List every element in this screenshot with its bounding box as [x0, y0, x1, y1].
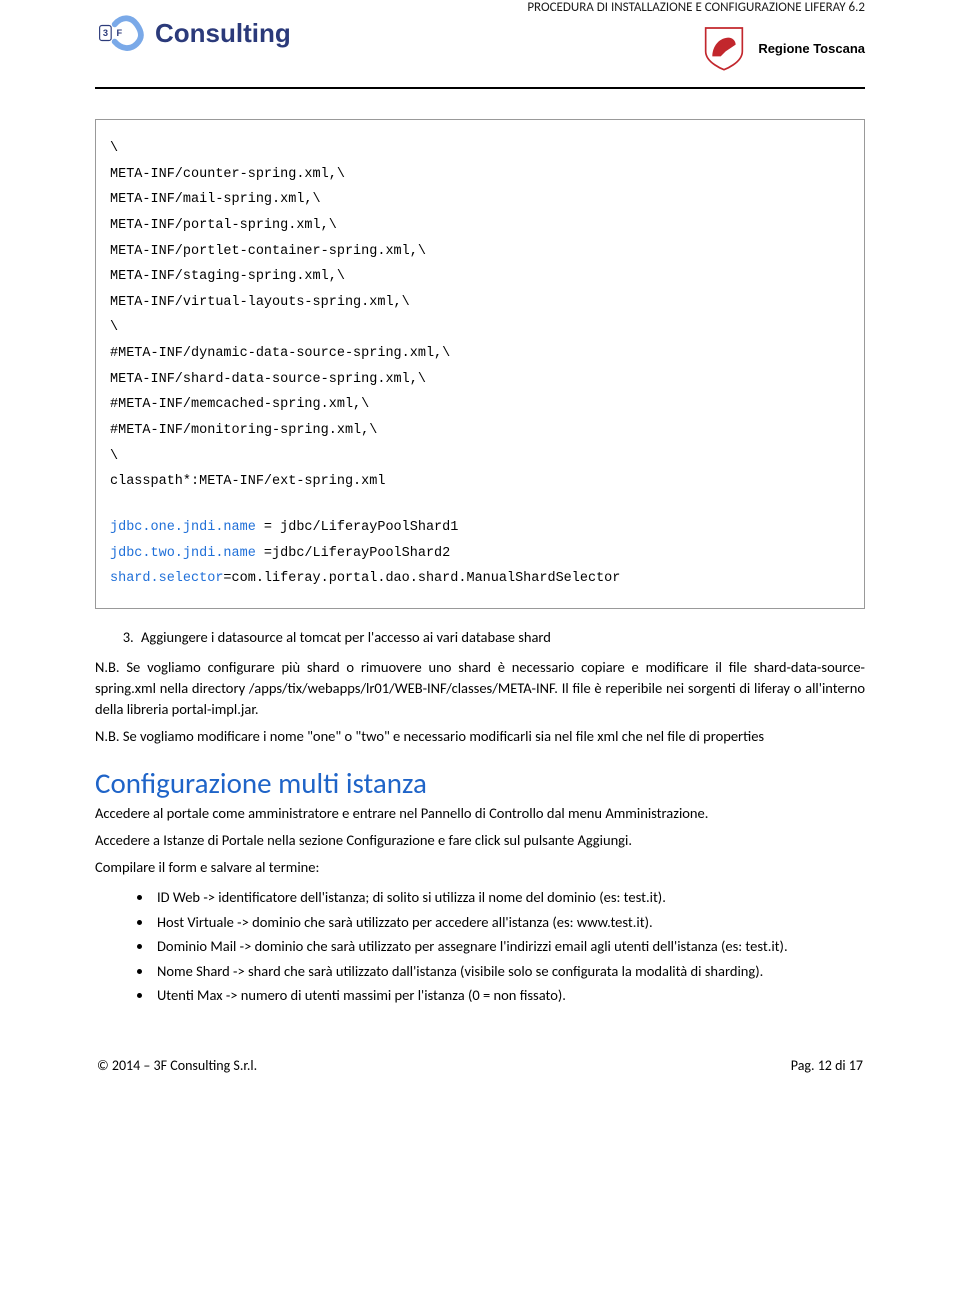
logo-consulting-text: Consulting	[155, 18, 291, 49]
section-paragraph: Accedere al portale come amministratore …	[95, 803, 865, 824]
code-value: =com.liferay.portal.dao.shard.ManualShar…	[223, 571, 620, 586]
code-key: shard.selector	[110, 571, 223, 586]
svg-text:3: 3	[103, 28, 108, 38]
logo-regione-toscana: Regione Toscana	[698, 23, 865, 73]
code-line: \	[110, 136, 850, 162]
logo-3f-consulting: 3 F Consulting	[95, 12, 291, 54]
infinity-icon: 3 F	[95, 12, 147, 54]
section-paragraph: Compilare il form e salvare al termine:	[95, 857, 865, 878]
code-line: shard.selector=com.liferay.portal.dao.sh…	[110, 566, 850, 592]
bullet-list: ID Web -> identificatore dell'istanza; d…	[95, 886, 865, 1006]
regione-toscana-text: Regione Toscana	[758, 41, 865, 56]
code-block: \ META-INF/counter-spring.xml,\ META-INF…	[95, 119, 865, 609]
list-item: Aggiungere i datasource al tomcat per l'…	[137, 627, 865, 647]
code-line: META-INF/portal-spring.xml,\	[110, 213, 850, 239]
logo-3f-icon: 3 F	[95, 12, 147, 54]
code-line: #META-INF/dynamic-data-source-spring.xml…	[110, 341, 850, 367]
code-value: = jdbc/LiferayPoolShard1	[256, 520, 459, 535]
header-divider	[95, 87, 865, 89]
code-key: jdbc.two.jndi.name	[110, 546, 256, 561]
list-item: Utenti Max -> numero di utenti massimi p…	[153, 984, 865, 1006]
numbered-list: Aggiungere i datasource al tomcat per l'…	[95, 627, 865, 647]
list-item: ID Web -> identificatore dell'istanza; d…	[153, 886, 865, 908]
code-line: META-INF/counter-spring.xml,\	[110, 162, 850, 188]
code-line: META-INF/shard-data-source-spring.xml,\	[110, 367, 850, 393]
section-paragraph: Accedere a Istanze di Portale nella sezi…	[95, 830, 865, 851]
code-line: META-INF/portlet-container-spring.xml,\	[110, 239, 850, 265]
code-line: jdbc.two.jndi.name =jdbc/LiferayPoolShar…	[110, 541, 850, 567]
code-line: META-INF/mail-spring.xml,\	[110, 187, 850, 213]
code-line: \	[110, 444, 850, 470]
code-line: \	[110, 315, 850, 341]
code-line: #META-INF/monitoring-spring.xml,\	[110, 418, 850, 444]
code-line: META-INF/virtual-layouts-spring.xml,\	[110, 290, 850, 316]
section-heading: Configurazione multi istanza	[95, 765, 865, 801]
note-paragraph: N.B. Se vogliamo configurare più shard o…	[95, 657, 865, 720]
footer-page-number: Pag. 12 di 17	[791, 1057, 863, 1074]
code-key: jdbc.one.jndi.name	[110, 520, 256, 535]
document-title: PROCEDURA DI INSTALLAZIONE E CONFIGURAZI…	[527, 0, 865, 15]
code-line: META-INF/staging-spring.xml,\	[110, 264, 850, 290]
list-item: Nome Shard -> shard che sarà utilizzato …	[153, 960, 865, 982]
list-item: Host Virtuale -> dominio che sarà utiliz…	[153, 911, 865, 933]
note-paragraph: N.B. Se vogliamo modificare i nome "one"…	[95, 726, 865, 747]
pegasus-shield-icon	[698, 23, 750, 73]
page-header: 3 F Consulting PROCEDURA DI INSTALLAZION…	[95, 0, 865, 73]
footer-copyright: © 2014 – 3F Consulting S.r.l.	[97, 1057, 257, 1074]
code-value: =jdbc/LiferayPoolShard2	[256, 546, 450, 561]
list-item: Dominio Mail -> dominio che sarà utilizz…	[153, 935, 865, 957]
code-line: #META-INF/memcached-spring.xml,\	[110, 392, 850, 418]
code-line: jdbc.one.jndi.name = jdbc/LiferayPoolSha…	[110, 515, 850, 541]
svg-text:F: F	[116, 28, 122, 38]
code-line: classpath*:META-INF/ext-spring.xml	[110, 469, 850, 495]
page-footer: © 2014 – 3F Consulting S.r.l. Pag. 12 di…	[95, 1057, 865, 1074]
